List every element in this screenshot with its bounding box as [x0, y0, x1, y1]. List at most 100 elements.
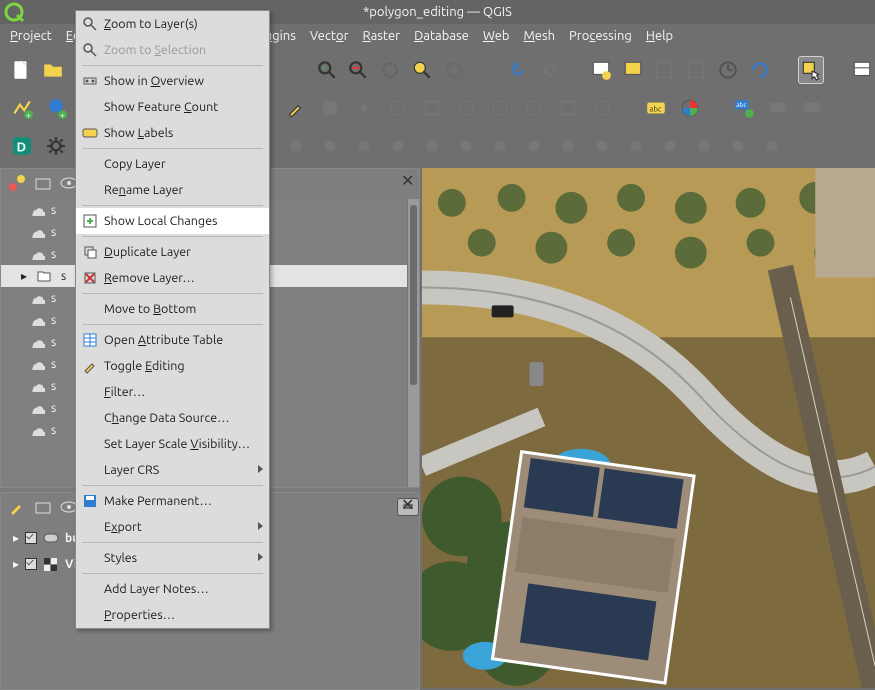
time-icon[interactable] — [715, 56, 741, 84]
label-move-icon[interactable]: abc — [730, 94, 758, 122]
style-icon[interactable] — [7, 497, 27, 517]
menu-project[interactable]: Project — [10, 29, 52, 43]
close-icon[interactable]: ✕ — [401, 495, 415, 509]
menu-item-copy-layer[interactable]: Copy Layer — [76, 151, 269, 177]
add-group-icon[interactable] — [33, 173, 53, 193]
close-icon[interactable]: ✕ — [401, 171, 415, 185]
menu-item-label: Zoom to Selection — [104, 43, 206, 57]
tile-icon[interactable] — [651, 56, 677, 84]
zoom-out-icon[interactable] — [346, 56, 372, 84]
tool-g2-icon[interactable] — [418, 94, 446, 122]
tool-g6-icon[interactable] — [554, 94, 582, 122]
menu-item-show-feature-count[interactable]: Show Feature Count — [76, 94, 269, 120]
dig-2-icon[interactable] — [316, 132, 344, 160]
checkbox[interactable] — [25, 532, 37, 544]
menu-item-move-to-bottom[interactable]: Move to Bottom — [76, 296, 269, 322]
dig-13-icon[interactable] — [690, 132, 718, 160]
zoom-in-icon[interactable]: + — [314, 56, 340, 84]
dig-12-icon[interactable] — [656, 132, 684, 160]
new-3d-view-icon[interactable] — [620, 56, 646, 84]
tool-g3-icon[interactable] — [452, 94, 480, 122]
dig-5-icon[interactable] — [418, 132, 446, 160]
label-abc-icon[interactable]: abc — [642, 94, 670, 122]
zoom-native-icon[interactable]: 1:1 — [473, 56, 499, 84]
add-vector-icon[interactable]: + — [8, 94, 36, 122]
plugin-d-icon[interactable]: D — [8, 132, 36, 160]
add-wms-icon[interactable]: + — [42, 94, 70, 122]
label-tool2-icon[interactable] — [798, 94, 826, 122]
dig-3-icon[interactable] — [350, 132, 378, 160]
label-tool-icon[interactable] — [764, 94, 792, 122]
menu-item-show-local-changes[interactable]: Show Local Changes — [76, 208, 269, 234]
dig-9-icon[interactable] — [554, 132, 582, 160]
menu-item-properties[interactable]: Properties… — [76, 602, 269, 628]
menu-database[interactable]: Database — [414, 29, 469, 43]
menu-item-layer-crs[interactable]: Layer CRS — [76, 457, 269, 483]
style-icon[interactable] — [7, 173, 27, 193]
menu-item-show-labels[interactable]: Show Labels — [76, 120, 269, 146]
zoom-last-icon[interactable] — [505, 56, 531, 84]
menu-item-label: Move to Bottom — [104, 302, 196, 316]
menu-item-set-layer-scale-visibility[interactable]: Set Layer Scale Visibility… — [76, 431, 269, 457]
menu-item-change-data-source[interactable]: Change Data Source… — [76, 405, 269, 431]
menu-processing[interactable]: Processing — [569, 29, 632, 43]
zoom-layer-icon[interactable] — [441, 56, 467, 84]
dig-10-icon[interactable] — [588, 132, 616, 160]
menu-item-label: Change Data Source… — [104, 411, 230, 425]
dig-14-icon[interactable] — [724, 132, 752, 160]
cloud-icon — [29, 402, 45, 414]
ov-icon — [82, 73, 98, 89]
menu-item-duplicate-layer[interactable]: Duplicate Layer — [76, 239, 269, 265]
zoom-next-icon[interactable] — [537, 56, 563, 84]
dig-8-icon[interactable] — [520, 132, 548, 160]
menu-item-styles[interactable]: Styles — [76, 545, 269, 571]
new-project-icon[interactable] — [8, 56, 34, 84]
menu-mesh[interactable]: Mesh — [523, 29, 555, 43]
group-icon[interactable] — [33, 497, 53, 517]
menu-raster[interactable]: Raster — [363, 29, 401, 43]
layer-context-menu[interactable]: Zoom to Layer(s) Zoom to Selection Show in… — [75, 10, 270, 629]
menu-item-export[interactable]: Export — [76, 514, 269, 540]
menu-item-label: Properties… — [104, 608, 175, 622]
menu-item-zoom-to-layer-s[interactable]: Zoom to Layer(s) — [76, 11, 269, 37]
tool-g1-icon[interactable] — [384, 94, 412, 122]
menu-item-show-in-overview[interactable]: Show in Overview — [76, 68, 269, 94]
menu-web[interactable]: Web — [483, 29, 510, 43]
dig-15-icon[interactable] — [758, 132, 786, 160]
menu-item-make-permanent[interactable]: Make Permanent… — [76, 488, 269, 514]
menu-item-filter[interactable]: Filter… — [76, 379, 269, 405]
submenu-arrow-icon — [258, 465, 263, 473]
toggle-editing-icon[interactable] — [282, 94, 310, 122]
dig-11-icon[interactable] — [622, 132, 650, 160]
layout-manager-icon[interactable] — [849, 56, 875, 84]
menu-item-remove-layer[interactable]: Remove Layer… — [76, 265, 269, 291]
panel-icon[interactable] — [683, 56, 709, 84]
tool-g4-icon[interactable] — [486, 94, 514, 122]
dig-6-icon[interactable] — [452, 132, 480, 160]
tool-g7-icon[interactable] — [588, 94, 616, 122]
save-edits-icon[interactable] — [316, 94, 344, 122]
selection-tool-icon[interactable] — [798, 56, 824, 84]
zoom-full-icon[interactable] — [377, 56, 403, 84]
open-project-icon[interactable] — [40, 56, 66, 84]
settings-gear-icon[interactable] — [42, 132, 70, 160]
menu-help[interactable]: Help — [646, 29, 673, 43]
diagram-icon[interactable] — [676, 94, 704, 122]
checkbox[interactable] — [25, 558, 37, 570]
scrollbar[interactable] — [407, 199, 419, 487]
tool-g5-icon[interactable] — [520, 94, 548, 122]
dig-1-icon[interactable] — [282, 132, 310, 160]
menu-item-add-layer-notes[interactable]: Add Layer Notes… — [76, 576, 269, 602]
dig-7-icon[interactable] — [486, 132, 514, 160]
menu-vector[interactable]: Vector — [310, 29, 349, 43]
refresh-icon[interactable] — [747, 56, 773, 84]
dig-4-icon[interactable] — [384, 132, 412, 160]
new-map-view-icon[interactable] — [588, 56, 614, 84]
map-canvas[interactable] — [422, 168, 875, 690]
menu-item-rename-layer[interactable]: Rename Layer — [76, 177, 269, 203]
cloud-icon — [29, 292, 45, 304]
zoom-selection-icon[interactable] — [409, 56, 435, 84]
menu-item-toggle-editing[interactable]: Toggle Editing — [76, 353, 269, 379]
menu-item-open-attribute-table[interactable]: Open Attribute Table — [76, 327, 269, 353]
add-feature-icon[interactable] — [350, 94, 378, 122]
